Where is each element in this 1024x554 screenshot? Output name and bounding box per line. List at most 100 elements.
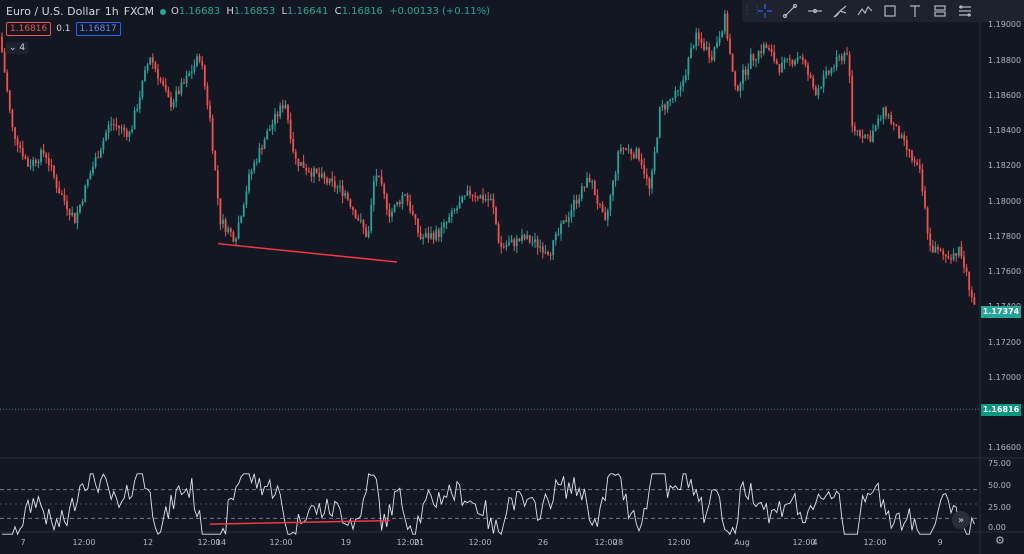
chart-canvas[interactable] xyxy=(0,0,1024,554)
candle-body xyxy=(469,190,471,195)
candle-body xyxy=(505,245,508,247)
candle-body xyxy=(125,130,128,137)
rsi-tick: 0.00 xyxy=(988,523,1006,532)
candle-body xyxy=(539,246,542,248)
candle-body xyxy=(547,252,549,255)
legend-header: Euro / U.S. Dollar 1h FXCM O1.16683 H1.1… xyxy=(6,5,495,18)
candle-body xyxy=(674,90,677,99)
candle-body xyxy=(211,118,214,151)
candle-body xyxy=(937,247,939,250)
candle-body xyxy=(895,124,898,127)
text-icon[interactable] xyxy=(902,0,927,22)
candle-body xyxy=(284,104,287,109)
pitchfork-icon[interactable] xyxy=(827,0,852,22)
candle-body xyxy=(557,233,560,235)
candle-body xyxy=(560,223,562,234)
sell-button[interactable]: 1.16816 xyxy=(6,22,52,36)
trend-line-icon[interactable] xyxy=(777,0,802,22)
candle-body xyxy=(495,207,497,225)
candle-body xyxy=(68,209,71,216)
candle-body xyxy=(40,150,42,163)
candle-body xyxy=(788,58,791,60)
candle-body xyxy=(474,195,477,198)
candle-body xyxy=(170,97,172,107)
time-tick: 14 xyxy=(215,538,227,547)
candle-body xyxy=(500,242,503,247)
candle-body xyxy=(911,150,913,161)
candle-body xyxy=(352,206,354,211)
candle-body xyxy=(380,176,383,185)
candle-body xyxy=(443,222,445,228)
candle-body xyxy=(476,197,479,199)
candle-body xyxy=(492,198,495,208)
rsi-tick: 25.00 xyxy=(988,503,1011,512)
time-tick: 12:00 xyxy=(863,538,887,547)
candle-body xyxy=(521,235,523,241)
candle-body xyxy=(219,198,222,224)
candle-body xyxy=(630,149,633,155)
candle-body xyxy=(586,178,588,188)
candle-body xyxy=(398,201,401,205)
collapse-indicators-button[interactable]: ⌄ 4 xyxy=(6,42,29,54)
candle-body xyxy=(729,38,731,54)
candle-body xyxy=(578,198,581,204)
candle-body xyxy=(484,199,487,201)
candle-body xyxy=(960,246,963,257)
settings-gear-icon[interactable]: ⚙ xyxy=(995,534,1005,547)
candle-body xyxy=(723,13,726,32)
buy-button[interactable]: 1.16817 xyxy=(75,22,121,36)
candle-body xyxy=(801,57,804,61)
candle-body xyxy=(804,60,807,65)
candle-body xyxy=(489,198,492,201)
candle-body xyxy=(781,62,783,73)
candle-body xyxy=(235,238,237,242)
symbol-name[interactable]: Euro / U.S. Dollar xyxy=(6,5,100,18)
candle-body xyxy=(942,250,945,255)
candle-body xyxy=(554,234,557,241)
rectangle-icon[interactable] xyxy=(877,0,902,22)
candle-body xyxy=(721,31,724,38)
candle-body xyxy=(947,256,950,259)
candle-body xyxy=(297,158,300,166)
candle-body xyxy=(105,132,107,141)
candle-body xyxy=(27,158,29,167)
crosshair-icon[interactable] xyxy=(752,0,777,22)
candle-body xyxy=(957,246,960,256)
candle-body xyxy=(281,105,284,109)
candle-body xyxy=(929,233,932,246)
last-price-label: 1.17374 xyxy=(981,306,1021,318)
candle-body xyxy=(279,105,282,117)
price-tick: 1.18800 xyxy=(988,56,1022,65)
candle-body xyxy=(370,204,373,231)
candle-body xyxy=(66,200,68,210)
candle-body xyxy=(835,56,838,68)
open-key: O xyxy=(170,6,179,17)
measure-icon[interactable] xyxy=(952,0,977,22)
toolbar-grip-icon[interactable]: ⋮⋮ xyxy=(742,0,762,22)
interval-label[interactable]: 1h xyxy=(105,5,119,18)
horizontal-ray-icon[interactable] xyxy=(802,0,827,22)
candle-body xyxy=(6,72,9,91)
pattern-icon[interactable] xyxy=(852,0,877,22)
candle-body xyxy=(614,173,617,181)
long-position-icon[interactable] xyxy=(927,0,952,22)
candle-body xyxy=(167,89,170,98)
candle-body xyxy=(146,64,149,71)
open-value: 1.16683 xyxy=(178,6,221,17)
candle-body xyxy=(131,129,133,132)
candle-body xyxy=(266,130,269,140)
candle-body xyxy=(357,218,360,221)
candle-body xyxy=(817,88,820,96)
low-value: 1.16641 xyxy=(287,6,329,17)
candle-body xyxy=(656,137,659,153)
rsi-line xyxy=(2,473,975,536)
candle-body xyxy=(853,126,856,132)
candle-body xyxy=(432,233,435,240)
scroll-to-realtime-button[interactable]: » xyxy=(952,511,970,529)
candle-body xyxy=(391,211,393,217)
candle-body xyxy=(344,193,347,196)
candle-body xyxy=(58,187,61,194)
candle-body xyxy=(918,164,921,170)
candle-body xyxy=(294,151,297,159)
candle-body xyxy=(349,199,352,207)
